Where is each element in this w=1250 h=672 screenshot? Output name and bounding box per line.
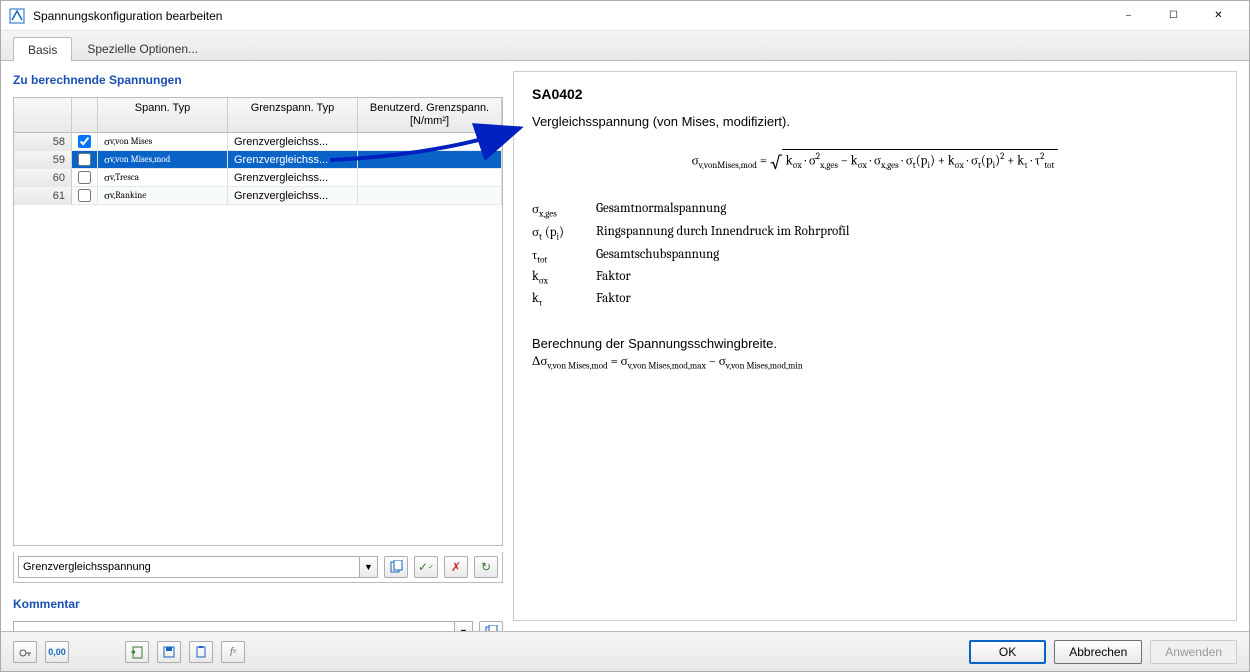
- uncheck-all-icon[interactable]: ✗: [444, 556, 468, 578]
- table-row[interactable]: 59 σv,von Mises,modGrenzvergleichss...: [14, 151, 502, 169]
- close-button[interactable]: ✕: [1196, 1, 1241, 30]
- cancel-button[interactable]: Abbrechen: [1054, 640, 1142, 664]
- chevron-down-icon[interactable]: ▼: [359, 557, 377, 577]
- row-number: 60: [14, 169, 72, 187]
- row-checkbox[interactable]: [78, 153, 91, 166]
- save-icon[interactable]: [157, 641, 181, 663]
- calculation-note: Berechnung der Spannungsschwingbreite. Δ…: [532, 336, 1218, 372]
- stresses-section-title: Zu berechnende Spannungen: [13, 71, 503, 91]
- grenz-typ-cell[interactable]: Grenzvergleichss...: [228, 187, 358, 205]
- table-row[interactable]: 60 σv,TrescaGrenzvergleichss...: [14, 169, 502, 187]
- grenz-typ-cell[interactable]: Grenzvergleichss...: [228, 169, 358, 187]
- maximize-button[interactable]: ☐: [1151, 1, 1196, 30]
- titlebar: Spannungskonfiguration bearbeiten – ☐ ✕: [1, 1, 1249, 31]
- tab-special-options[interactable]: Spezielle Optionen...: [72, 36, 213, 60]
- grenz-typ-cell[interactable]: Grenzvergleichss...: [228, 133, 358, 151]
- row-checkbox-cell[interactable]: [72, 187, 98, 205]
- arrow-file-icon[interactable]: [125, 641, 149, 663]
- grenz-typ-cell[interactable]: Grenzvergleichss...: [228, 151, 358, 169]
- row-number: 61: [14, 187, 72, 205]
- table-row[interactable]: 58 σv,von MisesGrenzvergleichss...: [14, 133, 502, 151]
- legend: σx,gesGesamtnormalspannung σt (pi)Ringsp…: [532, 201, 1218, 308]
- grid-header: Spann. Typ Grenzspann. Typ Benutzerd. Gr…: [14, 98, 502, 133]
- row-checkbox[interactable]: [78, 135, 91, 148]
- minimize-button[interactable]: –: [1106, 1, 1151, 30]
- spann-typ-cell[interactable]: σv,Rankine: [98, 187, 228, 205]
- stresses-grid: Spann. Typ Grenzspann. Typ Benutzerd. Gr…: [13, 97, 503, 546]
- function-icon[interactable]: fx: [221, 641, 245, 663]
- row-checkbox-cell[interactable]: [72, 169, 98, 187]
- row-checkbox-cell[interactable]: [72, 133, 98, 151]
- user-grenz-cell[interactable]: [358, 169, 502, 187]
- details-code: SA0402: [532, 86, 1218, 102]
- grenz-combo[interactable]: ▼: [18, 556, 378, 578]
- check-all-icon[interactable]: ✓✓: [414, 556, 438, 578]
- table-row[interactable]: 61 σv,RankineGrenzvergleichss...: [14, 187, 502, 205]
- apply-button: Anwenden: [1150, 640, 1237, 664]
- user-grenz-cell[interactable]: [358, 151, 502, 169]
- row-number: 59: [14, 151, 72, 169]
- window-title: Spannungskonfiguration bearbeiten: [33, 9, 1106, 23]
- tab-bar: Basis Spezielle Optionen...: [1, 31, 1249, 61]
- row-checkbox[interactable]: [78, 171, 91, 184]
- footer: 0,00 fx OK Abbrechen Anwenden: [1, 631, 1249, 671]
- ok-button[interactable]: OK: [969, 640, 1046, 664]
- comment-section-title: Kommentar: [13, 595, 503, 615]
- row-checkbox-cell[interactable]: [72, 151, 98, 169]
- details-description: Vergleichsspannung (von Mises, modifizie…: [532, 114, 1218, 129]
- spann-typ-cell[interactable]: σv,von Mises,mod: [98, 151, 228, 169]
- formula: σv,vonMises,mod = √kσx · σ2x,ges − kσx ·…: [532, 149, 1218, 173]
- spann-typ-cell[interactable]: σv,von Mises: [98, 133, 228, 151]
- user-grenz-cell[interactable]: [358, 133, 502, 151]
- col-user-grenz: Benutzerd. Grenzspann. [N/mm²]: [358, 98, 502, 133]
- tab-basis[interactable]: Basis: [13, 37, 72, 61]
- row-checkbox[interactable]: [78, 189, 91, 202]
- col-grenz-typ: Grenzspann. Typ: [228, 98, 358, 133]
- refresh-icon[interactable]: ↻: [474, 556, 498, 578]
- details-panel: SA0402 Vergleichsspannung (von Mises, mo…: [513, 71, 1237, 621]
- spann-typ-cell[interactable]: σv,Tresca: [98, 169, 228, 187]
- col-spann-typ: Spann. Typ: [98, 98, 228, 133]
- clipboard-icon[interactable]: [189, 641, 213, 663]
- grid-toolbar: ▼ ✓✓ ✗ ↻: [13, 552, 503, 583]
- copy-icon[interactable]: [384, 556, 408, 578]
- app-icon: [9, 8, 25, 24]
- row-number: 58: [14, 133, 72, 151]
- key-icon[interactable]: [13, 641, 37, 663]
- user-grenz-cell[interactable]: [358, 187, 502, 205]
- precision-icon[interactable]: 0,00: [45, 641, 69, 663]
- grenz-combo-input[interactable]: [19, 561, 359, 573]
